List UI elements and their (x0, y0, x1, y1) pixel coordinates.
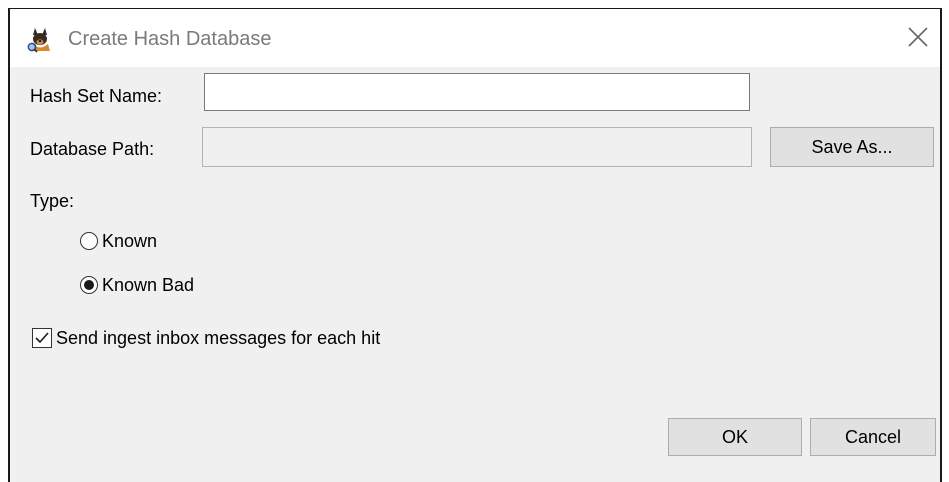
radio-known-button[interactable] (80, 232, 98, 250)
radio-known-bad[interactable]: Known Bad (80, 274, 194, 296)
hash-set-name-label: Hash Set Name: (30, 86, 163, 106)
cancel-button[interactable]: Cancel (810, 418, 936, 456)
create-hash-database-dialog: Create Hash Database Hash Set Name: Data… (8, 8, 942, 482)
hash-set-name-input[interactable] (204, 73, 750, 111)
database-path-input[interactable] (202, 127, 752, 167)
title-bar: Create Hash Database (10, 9, 940, 67)
checkmark-icon (35, 332, 49, 344)
close-icon (908, 27, 928, 47)
type-label: Type: (30, 191, 75, 211)
database-path-label: Database Path: (30, 139, 155, 159)
send-ingest-checkbox-row[interactable]: Send ingest inbox messages for each hit (32, 327, 380, 349)
save-as-button[interactable]: Save As... (770, 127, 934, 167)
close-button[interactable] (900, 21, 936, 55)
send-ingest-label: Send ingest inbox messages for each hit (56, 328, 381, 348)
dialog-title: Create Hash Database (68, 28, 272, 50)
radio-known-bad-label: Known Bad (102, 275, 195, 295)
radio-known[interactable]: Known (80, 230, 157, 252)
radio-known-bad-button[interactable] (80, 276, 98, 294)
ok-button[interactable]: OK (668, 418, 802, 456)
autopsy-dog-icon (26, 25, 54, 53)
send-ingest-checkbox[interactable] (32, 328, 52, 348)
radio-known-label: Known (102, 231, 158, 251)
